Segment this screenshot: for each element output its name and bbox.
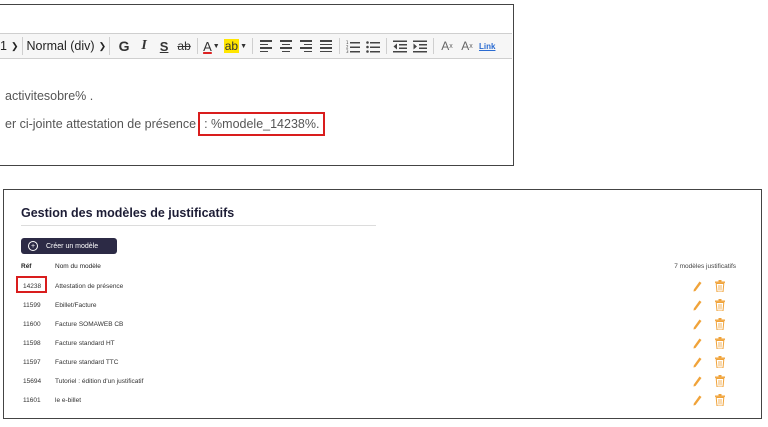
superscript-button[interactable]: Ax (439, 37, 455, 55)
template-ref: 11597 (23, 359, 41, 366)
template-ref: 11599 (23, 302, 41, 309)
column-header-ref: Réf (21, 263, 32, 270)
highlight-color-button[interactable]: ab ▼ (223, 37, 248, 55)
align-right-button[interactable] (298, 37, 314, 55)
toolbar-divider (197, 38, 199, 54)
svg-text:3: 3 (346, 49, 349, 53)
pencil-icon[interactable] (693, 319, 702, 330)
editor-text-line[interactable]: er ci-jointe attestation de présence: %m… (5, 112, 326, 136)
trash-icon[interactable] (715, 299, 725, 311)
outdent-button[interactable] (392, 37, 408, 55)
template-list: 14238 Attestation de présence 11599 Ebillet… (4, 276, 761, 412)
outdent-icon (393, 40, 408, 52)
table-row[interactable]: 11600 Facture SOMAWEB CB (4, 317, 761, 336)
trash-icon[interactable] (715, 337, 725, 349)
align-right-icon (300, 40, 313, 52)
subscript-mark: x (469, 42, 473, 50)
pencil-icon[interactable] (693, 395, 702, 406)
subscript-button[interactable]: Ax (459, 37, 475, 55)
table-row[interactable]: 14238 Attestation de présence (4, 276, 761, 298)
toolbar-divider (339, 38, 341, 54)
plus-circle-icon: + (28, 241, 38, 251)
numbered-list-icon: 1 2 3 (346, 40, 361, 53)
trash-icon[interactable] (715, 280, 725, 292)
editor-text-prefix: er ci-jointe attestation de présence (5, 117, 197, 131)
template-name: Ebillet/Facture (55, 302, 97, 309)
underline-button[interactable]: S (156, 37, 172, 55)
caret-down-icon: ▼ (240, 42, 248, 50)
format-value: Normal (div) (26, 39, 95, 53)
template-name: Facture SOMAWEB CB (55, 321, 124, 328)
template-name: le e-billet (55, 397, 82, 404)
template-ref: 15694 (23, 378, 42, 385)
strikethrough-button[interactable]: ab (176, 37, 192, 55)
template-ref: 14238 (23, 283, 42, 290)
font-size-select[interactable]: 1 ❯ (0, 37, 23, 55)
align-left-icon (260, 40, 273, 52)
align-left-button[interactable] (258, 37, 274, 55)
chevron-down-icon: ❯ (98, 40, 107, 51)
justify-icon (320, 40, 333, 52)
subscript-label: A (461, 39, 470, 53)
bullet-list-button[interactable] (365, 37, 381, 55)
indent-button[interactable] (412, 37, 428, 55)
toolbar-divider (252, 38, 254, 54)
template-name: Facture standard TTC (55, 359, 119, 366)
superscript-label: A (441, 39, 450, 53)
table-row[interactable]: 11601 le e-billet (4, 393, 761, 412)
font-size-value: 1 (0, 39, 7, 53)
chevron-down-icon: ❯ (10, 40, 19, 51)
indent-icon (413, 40, 428, 52)
create-template-label: Créer un modèle (46, 242, 99, 250)
bullet-list-icon (366, 40, 381, 53)
highlighted-variable: : %modele_14238%. (198, 112, 326, 136)
toolbar-divider (433, 38, 435, 54)
numbered-list-button[interactable]: 1 2 3 (345, 37, 361, 55)
editor-toolbar: 1 ❯ Normal (div) ❯ G I S ab A ▼ ab ▼ 1 2… (0, 33, 512, 59)
trash-icon[interactable] (715, 394, 725, 406)
template-name: Attestation de présence (55, 283, 124, 290)
trash-icon[interactable] (715, 318, 725, 330)
template-name: Facture standard HT (55, 340, 115, 347)
create-template-button[interactable]: + Créer un modèle (21, 238, 117, 254)
format-select[interactable]: Normal (div) ❯ (27, 37, 111, 55)
title-divider (21, 225, 376, 226)
template-count: 7 modèles justificatifs (674, 263, 736, 270)
font-color-label: A (203, 38, 212, 54)
superscript-mark: x (449, 42, 453, 50)
page-title: Gestion des modèles de justificatifs (21, 206, 235, 220)
template-ref: 11598 (23, 340, 41, 347)
template-ref: 11601 (23, 397, 41, 404)
template-ref: 11600 (23, 321, 41, 328)
pencil-icon[interactable] (693, 357, 702, 368)
highlight-label: ab (223, 39, 240, 53)
trash-icon[interactable] (715, 356, 725, 368)
column-header-name: Nom du modèle (55, 263, 101, 270)
align-center-icon (280, 40, 293, 52)
pencil-icon[interactable] (693, 300, 702, 311)
link-button[interactable]: Link (479, 37, 495, 55)
italic-button[interactable]: I (136, 37, 152, 55)
table-row[interactable]: 11597 Facture standard TTC (4, 355, 761, 374)
pencil-icon[interactable] (693, 338, 702, 349)
bold-button[interactable]: G (116, 37, 132, 55)
pencil-icon[interactable] (693, 376, 702, 387)
toolbar-divider (386, 38, 388, 54)
rich-text-editor: 1 ❯ Normal (div) ❯ G I S ab A ▼ ab ▼ 1 2… (0, 4, 514, 166)
trash-icon[interactable] (715, 375, 725, 387)
caret-down-icon: ▼ (212, 42, 220, 50)
table-row[interactable]: 11599 Ebillet/Facture (4, 298, 761, 317)
pencil-icon[interactable] (693, 281, 702, 292)
template-management-panel: Gestion des modèles de justificatifs + C… (3, 189, 762, 419)
font-color-button[interactable]: A ▼ (203, 37, 220, 55)
template-name: Tutoriel : édition d'un justificatif (55, 378, 144, 385)
table-row[interactable]: 11598 Facture standard HT (4, 336, 761, 355)
align-center-button[interactable] (278, 37, 294, 55)
table-row[interactable]: 15694 Tutoriel : édition d'un justificati… (4, 374, 761, 393)
justify-button[interactable] (318, 37, 334, 55)
editor-text-line[interactable]: activitesobre% . (5, 89, 93, 103)
